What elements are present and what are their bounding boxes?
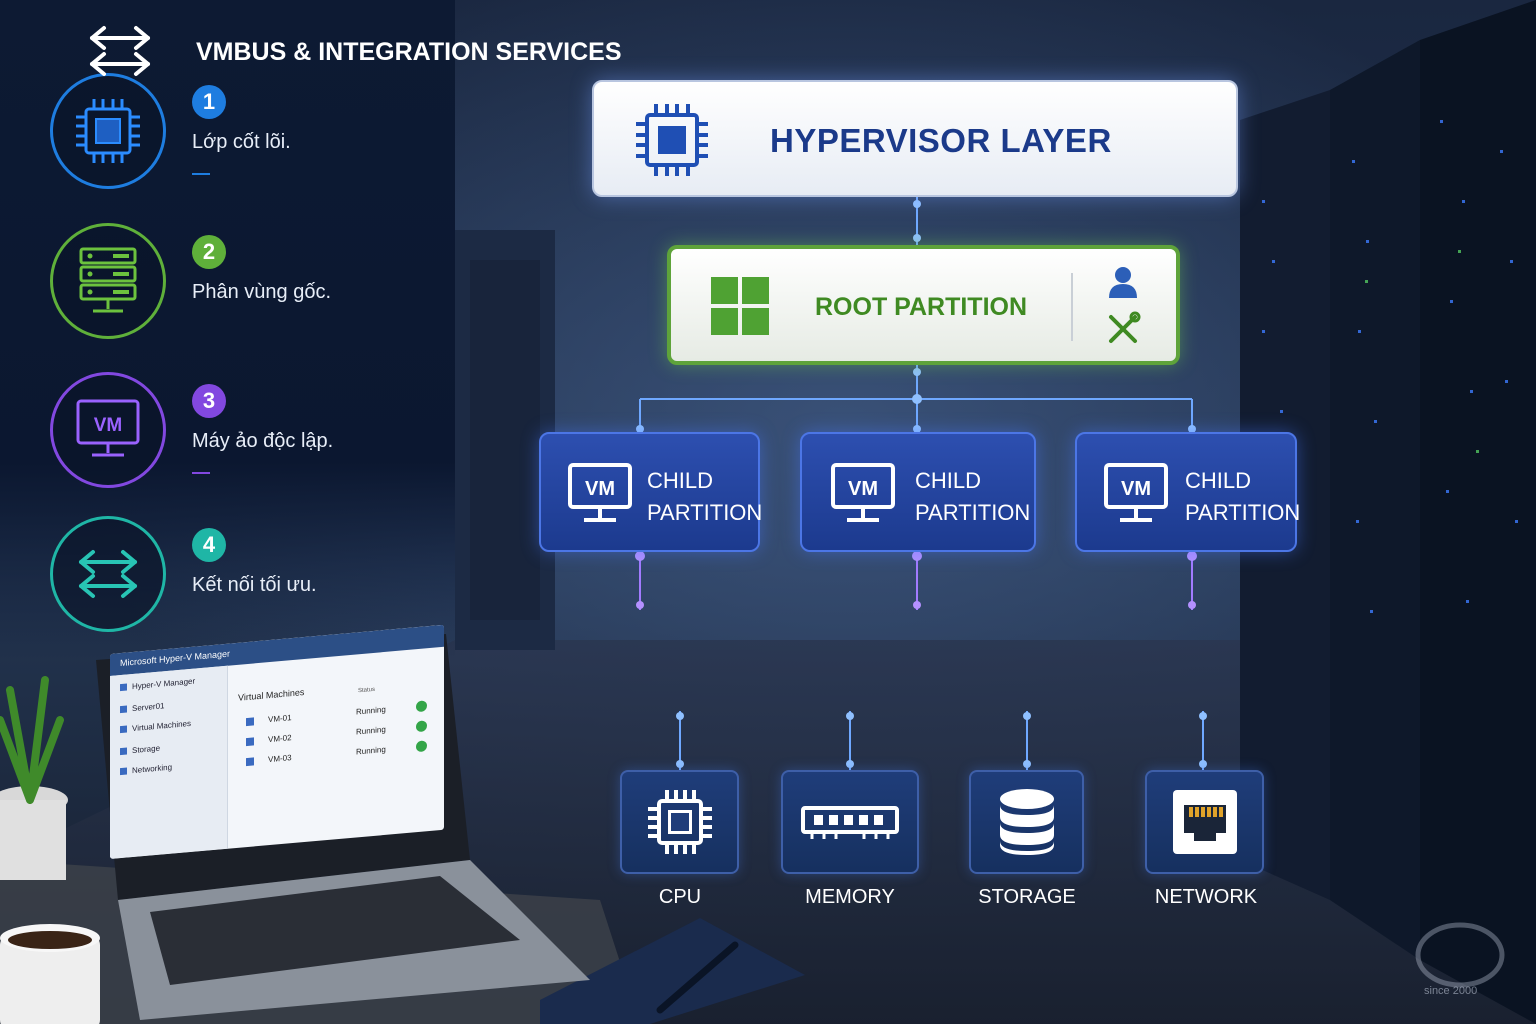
root-partition-divider	[1071, 273, 1073, 341]
hyperv-status-header: Status	[358, 686, 376, 695]
vm-monitor-icon: VM	[1104, 463, 1168, 522]
hyperv-nav-item[interactable]: Server01	[120, 701, 164, 714]
cpu-chip-icon	[636, 104, 708, 176]
windows-logo-icon	[711, 277, 769, 335]
start-vm-button[interactable]	[416, 700, 427, 713]
child-partition-box: VM CHILD PARTITION	[800, 432, 1036, 552]
child-partition-label: PARTITION	[647, 500, 763, 525]
database-icon	[999, 789, 1054, 855]
resource-label-storage: STORAGE	[978, 886, 1076, 908]
vm-monitor-icon: VM	[831, 463, 895, 522]
svg-text:VM: VM	[848, 478, 878, 500]
vm-icon	[120, 725, 127, 734]
user-icon	[1109, 267, 1137, 298]
resource-box-storage	[969, 770, 1084, 874]
resource-box-cpu	[620, 770, 739, 874]
ethernet-port-icon	[1172, 790, 1237, 854]
vm-monitor-icon: VM	[568, 463, 632, 522]
hyperv-nav-item[interactable]: Networking	[120, 763, 172, 777]
storage-icon	[120, 747, 127, 756]
vmbus-integration-title: VMBUS & INTEGRATION SERVICES	[196, 38, 622, 66]
child-partition-label: CHILD	[915, 468, 982, 493]
hypervisor-layer-box: HYPERVISOR LAYER	[592, 80, 1238, 197]
vm-icon	[246, 737, 254, 747]
hypervisor-layer-title: HYPERVISOR LAYER	[770, 122, 1112, 159]
cpu-chip-icon	[647, 790, 712, 854]
child-partition-box: VM CHILD PARTITION	[1075, 432, 1301, 552]
child-partition-box: VM CHILD PARTITION	[539, 432, 763, 552]
root-partition-box: ROOT PARTITION	[667, 245, 1180, 365]
resource-box-network	[1145, 770, 1264, 874]
start-vm-button[interactable]	[416, 740, 427, 753]
vm-icon	[246, 717, 254, 727]
watermark-text: since 2000	[1424, 985, 1478, 997]
resource-box-memory	[781, 770, 919, 874]
hyperv-main-title: Virtual Machines	[238, 686, 305, 703]
resource-label-cpu: CPU	[658, 886, 702, 908]
hyperv-sidebar: Hyper-V Manager Server01 Virtual Machine…	[110, 665, 228, 859]
start-vm-button[interactable]	[416, 720, 427, 733]
vm-icon	[246, 757, 254, 767]
resource-label-network: NETWORK	[1154, 886, 1258, 908]
svg-text:VM: VM	[585, 478, 615, 500]
resource-label-memory: MEMORY	[805, 886, 895, 908]
hyperv-nav-item[interactable]: Hyper-V Manager	[120, 677, 195, 693]
svg-text:VM: VM	[1121, 478, 1151, 500]
server-icon	[120, 705, 127, 714]
root-partition-title: ROOT PARTITION	[815, 293, 1028, 321]
network-icon	[120, 767, 127, 776]
hyperv-nav-item[interactable]: Virtual Machines	[120, 719, 191, 734]
child-partition-label: PARTITION	[1185, 500, 1301, 525]
child-partition-label: PARTITION	[915, 500, 1031, 525]
child-partition-label: CHILD	[1185, 468, 1252, 493]
tools-icon	[1109, 311, 1141, 343]
folder-icon	[120, 683, 127, 692]
memory-module-icon	[801, 806, 899, 839]
child-partition-label: CHILD	[647, 468, 714, 493]
hyperv-nav-item[interactable]: Storage	[120, 744, 160, 757]
laptop-screen: Microsoft Hyper-V Manager Hyper-V Manage…	[110, 624, 444, 859]
exchange-arrows-icon	[90, 26, 150, 76]
